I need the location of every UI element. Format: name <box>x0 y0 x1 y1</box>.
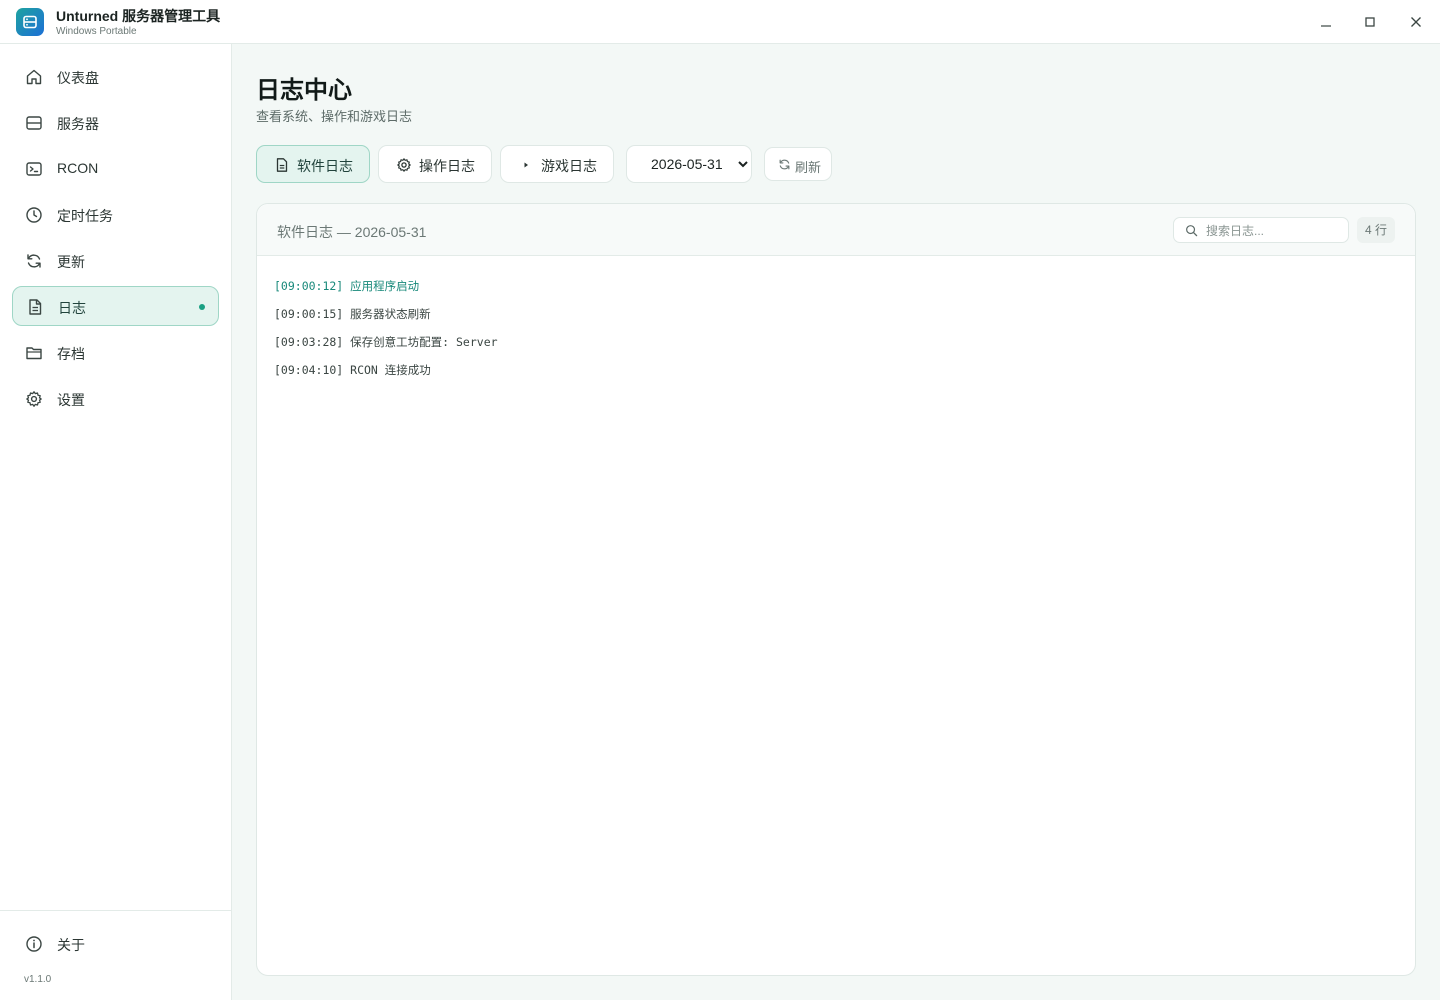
refresh-label: 刷新 <box>795 160 822 175</box>
sidebar-item-logs[interactable]: 日志 <box>12 286 219 326</box>
tab-game-log[interactable]: 游戏日志 <box>500 145 614 183</box>
sidebar-item-settings[interactable]: 设置 <box>12 379 219 419</box>
folder-icon <box>26 347 42 360</box>
tab-operation-log[interactable]: 操作日志 <box>378 145 492 183</box>
info-icon <box>26 936 42 952</box>
minimize-icon <box>1321 25 1331 27</box>
sidebar-item-label: 存档 <box>57 346 85 362</box>
log-panel-header: 软件日志 — 2026-05-31 4 行 <box>257 204 1415 256</box>
page-title: 日志中心 <box>256 77 352 104</box>
log-search-box[interactable] <box>1173 217 1349 243</box>
sidebar-item-dashboard[interactable]: 仪表盘 <box>12 57 219 97</box>
maximize-button[interactable] <box>1355 8 1385 36</box>
version-label: v1.1.0 <box>24 974 52 985</box>
gear-icon <box>26 391 42 407</box>
sidebar-item-label: 更新 <box>57 254 85 270</box>
tab-label: 软件日志 <box>297 158 353 174</box>
terminal-icon <box>26 162 42 176</box>
line-count-badge: 4 行 <box>1357 217 1395 243</box>
log-panel: 软件日志 — 2026-05-31 4 行 [09:00:12] 应用程序启动 … <box>256 203 1416 976</box>
document-icon <box>276 158 288 172</box>
clock-icon <box>26 207 42 223</box>
app-subtitle: Windows Portable <box>56 26 137 37</box>
maximize-icon <box>1365 17 1375 27</box>
server-icon <box>26 116 42 130</box>
sidebar-item-label: RCON <box>57 160 99 176</box>
log-line: [09:03:28] 保存创意工坊配置: Server <box>274 335 498 349</box>
sidebar-item-rcon[interactable]: RCON <box>12 149 219 189</box>
sidebar-item-label: 仪表盘 <box>57 70 99 86</box>
log-panel-title: 软件日志 — 2026-05-31 <box>277 224 427 240</box>
refresh-button[interactable]: 刷新 <box>764 147 832 181</box>
sidebar-item-about[interactable]: 关于 <box>12 924 219 964</box>
gear-icon <box>397 158 411 172</box>
title-bar: Unturned 服务器管理工具 Windows Portable <box>0 0 1440 44</box>
sidebar-item-label: 日志 <box>58 300 86 316</box>
play-icon <box>524 162 528 168</box>
search-icon <box>1186 225 1198 237</box>
sidebar: 仪表盘 服务器 RCON 定时任务 更新 日志 存档 设置 关于 v1.1.0 <box>0 44 232 1000</box>
tab-software-log[interactable]: 软件日志 <box>256 145 370 183</box>
document-icon <box>29 299 42 315</box>
refresh-icon <box>779 159 790 170</box>
close-icon <box>1411 17 1421 27</box>
log-search-input[interactable] <box>1206 221 1342 241</box>
sidebar-item-label: 关于 <box>57 937 85 953</box>
sidebar-item-updates[interactable]: 更新 <box>12 241 219 281</box>
active-indicator-dot <box>199 304 205 310</box>
minimize-button[interactable] <box>1311 8 1341 36</box>
sidebar-item-scheduled-tasks[interactable]: 定时任务 <box>12 195 219 235</box>
sidebar-item-label: 设置 <box>57 392 85 408</box>
sidebar-divider <box>0 910 231 911</box>
page-subtitle: 查看系统、操作和游戏日志 <box>256 109 413 124</box>
sidebar-item-label: 定时任务 <box>57 208 113 224</box>
home-icon <box>26 69 42 85</box>
tab-label: 操作日志 <box>419 158 475 174</box>
app-logo-icon <box>16 8 44 36</box>
refresh-icon <box>27 254 41 268</box>
sidebar-item-saves[interactable]: 存档 <box>12 333 219 373</box>
app-title: Unturned 服务器管理工具 <box>56 8 221 24</box>
sidebar-item-label: 服务器 <box>57 116 99 132</box>
date-select[interactable]: 2026-05-31 <box>626 145 752 183</box>
close-button[interactable] <box>1401 8 1431 36</box>
log-line: [09:04:10] RCON 连接成功 <box>274 363 431 377</box>
tab-label: 游戏日志 <box>541 158 597 174</box>
log-line: [09:00:12] 应用程序启动 <box>274 279 420 293</box>
log-line: [09:00:15] 服务器状态刷新 <box>274 307 431 321</box>
sidebar-item-servers[interactable]: 服务器 <box>12 103 219 143</box>
